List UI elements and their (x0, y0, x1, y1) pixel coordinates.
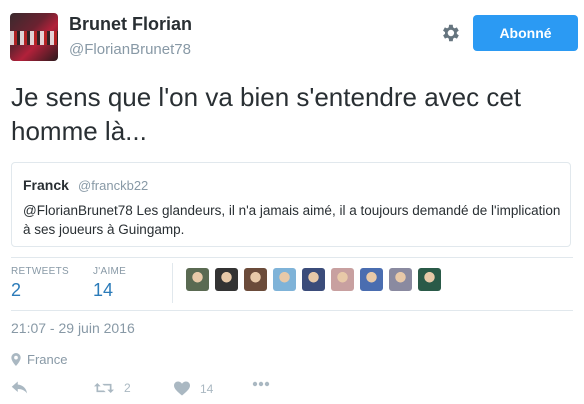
divider (172, 263, 173, 303)
liker-avatar[interactable] (215, 268, 238, 291)
author-name[interactable]: Brunet Florian (69, 14, 192, 35)
location-label: France (27, 352, 68, 367)
like-button[interactable]: 14 (174, 381, 213, 396)
likes-label: J'AIME (93, 266, 127, 277)
liker-avatar[interactable] (418, 268, 441, 291)
liker-avatar[interactable] (244, 268, 267, 291)
heart-icon (174, 381, 190, 396)
reply-button[interactable] (11, 381, 29, 397)
avatar[interactable] (10, 13, 58, 61)
timestamp[interactable]: 21:07 - 29 juin 2016 (11, 320, 135, 336)
location-pin-icon (11, 353, 21, 366)
quoted-tweet[interactable]: Franck @franckb22 @FlorianBrunet78 Les g… (11, 162, 571, 247)
liker-avatar[interactable] (186, 268, 209, 291)
location[interactable]: France (11, 352, 67, 367)
likers-avatars (186, 268, 441, 291)
liker-avatar[interactable] (360, 268, 383, 291)
retweet-count: 2 (124, 381, 131, 395)
like-count: 14 (200, 381, 214, 396)
retweet-icon (94, 383, 114, 393)
liker-avatar[interactable] (302, 268, 325, 291)
quote-text: @FlorianBrunet78 Les glandeurs, il n'a j… (23, 203, 561, 237)
more-icon (252, 381, 270, 387)
liker-avatar[interactable] (331, 268, 354, 291)
follow-button[interactable]: Abonné (473, 15, 578, 51)
quote-author-name: Franck (23, 177, 69, 193)
liker-avatar[interactable] (273, 268, 296, 291)
retweets-label: RETWEETS (11, 266, 69, 277)
reply-icon (11, 381, 28, 394)
gear-icon[interactable] (439, 22, 461, 44)
divider (11, 310, 573, 311)
likes-count[interactable]: 14 (93, 280, 113, 301)
tweet-text: Je sens que l'on va bien s'entendre avec… (11, 82, 522, 146)
divider (11, 257, 573, 258)
author-handle[interactable]: @FlorianBrunet78 (69, 41, 191, 58)
liker-avatar[interactable] (389, 268, 412, 291)
more-button[interactable] (252, 381, 270, 387)
retweet-button[interactable]: 2 (94, 381, 131, 395)
quote-author-handle: @franckb22 (78, 178, 149, 193)
retweets-count[interactable]: 2 (11, 280, 21, 301)
